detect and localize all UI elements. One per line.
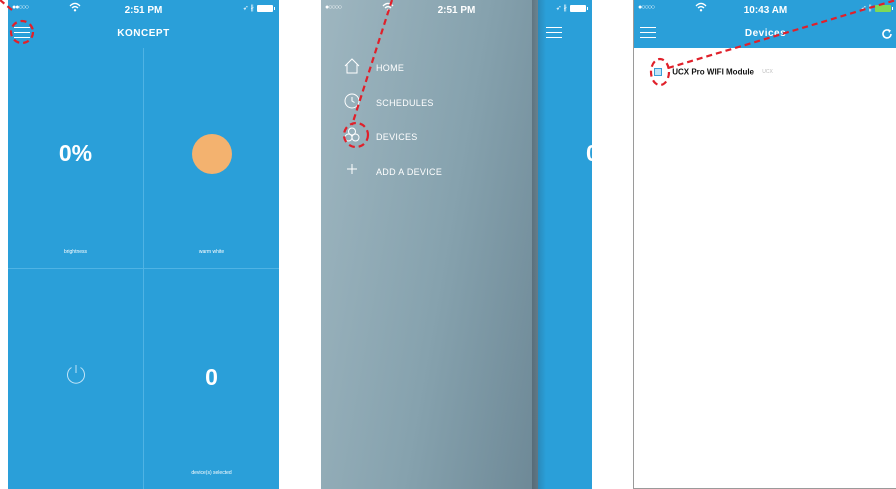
screen-side-menu: 0 HOME SCHEDULES DEVICES: [321, 0, 592, 489]
clock-icon: [344, 93, 360, 109]
status-time: 2:51 PM: [437, 5, 476, 16]
power-tile[interactable]: [8, 269, 143, 489]
location-bluetooth-icons: ➶ ∦: [555, 5, 567, 12]
location-bluetooth-icons: ➶ ∦: [242, 5, 254, 12]
menu-item-label: HOME: [376, 63, 405, 73]
brightness-label: brightness: [63, 249, 88, 255]
devices-selected-count: 0: [205, 364, 218, 390]
location-bluetooth-icons: ➶ ∦: [860, 5, 872, 12]
warm-white-tile[interactable]: warm white: [144, 48, 279, 268]
brightness-value: 0%: [58, 140, 93, 166]
menu-item-label: DEVICES: [376, 132, 418, 142]
screen-home: ●●○○○ 2:51 PM ➶ ∦ KONCEPT 0% brightness …: [8, 0, 279, 489]
status-bar: ●○○○○ 2:51 PM ➶ ∦: [321, 0, 592, 20]
power-icon[interactable]: [64, 362, 88, 386]
status-right: ➶ ∦: [555, 4, 588, 12]
device-type: UCX: [762, 68, 773, 75]
control-grid: 0% brightness warm white 0 device(s) sel…: [8, 48, 279, 489]
page-title: KONCEPT: [117, 28, 170, 39]
content-peek[interactable]: 0: [538, 0, 592, 489]
side-drawer: HOME SCHEDULES DEVICES ADD A DEVICE: [321, 0, 538, 489]
status-bar: ●○○○○ 10:43 AM ➶ ∦: [634, 0, 896, 20]
status-right: ➶ ∦: [242, 4, 275, 12]
brightness-tile[interactable]: 0% brightness: [8, 48, 143, 268]
devices-selected-label: device(s) selected: [191, 470, 232, 476]
battery-icon: [570, 4, 588, 12]
menu-item-label: ADD A DEVICE: [376, 167, 443, 177]
nav-bar: KONCEPT: [8, 20, 279, 48]
battery-icon: [257, 4, 275, 12]
screen-devices: ●○○○○ 10:43 AM ➶ ∦ Devices UCX Pro WIFI …: [633, 0, 896, 489]
status-time: 2:51 PM: [124, 5, 163, 16]
device-name: UCX Pro WIFI Module: [672, 67, 755, 77]
peek-brightness-value: 0: [586, 140, 592, 167]
status-time: 10:43 AM: [743, 5, 788, 16]
warm-white-color-swatch[interactable]: [192, 134, 232, 174]
menu-item-label: SCHEDULES: [376, 98, 434, 108]
warm-white-label: warm white: [198, 249, 225, 255]
devices-icon: [344, 127, 360, 142]
devices-selected-tile[interactable]: 0 device(s) selected: [144, 269, 279, 489]
plus-icon: [347, 164, 357, 174]
drawer-shadow: [532, 0, 546, 489]
battery-icon: [875, 4, 893, 12]
home-icon: [344, 58, 360, 74]
nav-bar: Devices: [634, 20, 896, 48]
device-list-item[interactable]: UCX Pro WIFI Module UCX: [654, 67, 773, 76]
refresh-icon[interactable]: [881, 28, 893, 40]
page-title: Devices: [744, 28, 787, 39]
device-checkbox[interactable]: [654, 67, 662, 76]
status-right: ➶ ∦: [860, 4, 893, 12]
status-bar: ●●○○○ 2:51 PM ➶ ∦: [8, 0, 279, 20]
hamburger-menu-icon[interactable]: [546, 27, 562, 39]
